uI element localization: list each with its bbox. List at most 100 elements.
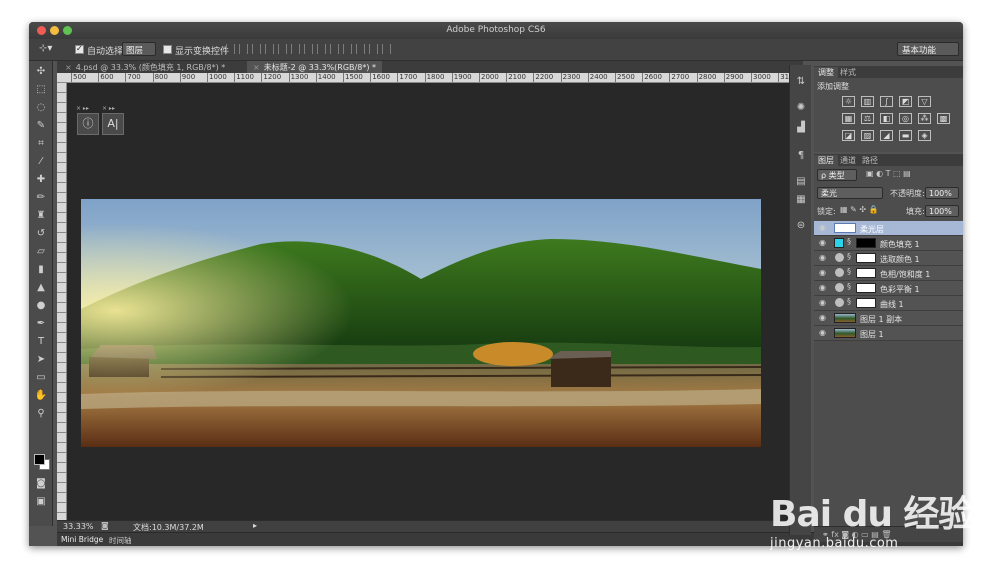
distribute-vcenter-icon[interactable] xyxy=(317,44,326,54)
distribute-hcenter-icon[interactable] xyxy=(356,44,365,54)
notes-panel-icon[interactable]: ▦ xyxy=(794,193,808,206)
distribute-bottom-icon[interactable] xyxy=(330,44,339,54)
shape-tool-icon[interactable]: ▭ xyxy=(34,371,48,385)
gradient-tool-icon[interactable]: ▮ xyxy=(34,263,48,277)
posterize-icon[interactable]: ▨ xyxy=(861,130,874,141)
panel-collapse-icon[interactable]: × ▸▸ xyxy=(102,105,115,112)
quick-select-tool-icon[interactable]: ✎ xyxy=(34,119,48,133)
align-distribute-icons[interactable] xyxy=(226,44,391,54)
hue-saturation-icon[interactable]: ▦ xyxy=(842,113,855,124)
exposure-icon[interactable]: ◩ xyxy=(899,96,912,107)
invert-icon[interactable]: ◪ xyxy=(842,130,855,141)
crop-tool-icon[interactable]: ⌗ xyxy=(34,137,48,151)
photo-filter-icon[interactable]: ◎ xyxy=(899,113,912,124)
status-arrow-icon[interactable]: ▸ xyxy=(253,521,257,530)
history-panel-icon[interactable]: ⇅ xyxy=(794,75,808,88)
eraser-tool-icon[interactable]: ▱ xyxy=(34,245,48,259)
levels-icon[interactable]: ▥ xyxy=(861,96,874,107)
distribute-right-icon[interactable] xyxy=(369,44,378,54)
color-balance-icon[interactable]: ⚖ xyxy=(861,113,874,124)
visibility-eye-icon[interactable]: ◉ xyxy=(819,328,826,337)
panel-collapse-icon[interactable]: × ▸▸ xyxy=(76,105,89,112)
align-hcenter-icon[interactable] xyxy=(278,44,287,54)
paragraph-panel-icon[interactable]: ¶ xyxy=(794,149,808,162)
selective-color-icon[interactable]: ◈ xyxy=(918,130,931,141)
tab-adjustments[interactable]: 调整 xyxy=(814,67,838,78)
dodge-tool-icon[interactable]: ● xyxy=(34,299,48,313)
align-left-icon[interactable] xyxy=(265,44,274,54)
auto-align-icon[interactable] xyxy=(382,44,391,54)
layer-filter-dropdown[interactable]: ρ 类型 xyxy=(817,169,857,181)
align-vcenter-icon[interactable] xyxy=(239,44,248,54)
blend-mode-dropdown[interactable]: 柔光 xyxy=(817,187,883,199)
distribute-top-icon[interactable] xyxy=(304,44,313,54)
brightness-contrast-icon[interactable]: ☼ xyxy=(842,96,855,107)
foreground-color-swatch[interactable] xyxy=(34,454,45,465)
visibility-eye-icon[interactable]: ◉ xyxy=(819,313,826,322)
threshold-icon[interactable]: ◢ xyxy=(880,130,893,141)
align-right-icon[interactable] xyxy=(291,44,300,54)
visibility-eye-icon[interactable]: ◉ xyxy=(819,238,826,247)
visibility-eye-icon[interactable]: ◉ xyxy=(819,283,826,292)
tab-untitled-2[interactable]: × 未标题-2 @ 33.3%(RGB/8*) * xyxy=(247,61,382,73)
info-icon[interactable]: ⓘ xyxy=(77,113,99,135)
layer-row[interactable]: ◉ 柔光层 xyxy=(814,221,963,236)
layer-row[interactable]: ◉ § 曲线 1 xyxy=(814,296,963,311)
vibrance-icon[interactable]: ▽ xyxy=(918,96,931,107)
distribute-left-icon[interactable] xyxy=(343,44,352,54)
tab-4psd[interactable]: × 4.psd @ 33.3% (颜色填充 1, RGB/8*) * xyxy=(59,61,231,73)
tab-layers[interactable]: 图层 xyxy=(814,155,838,166)
canvas-area[interactable]: × ▸▸ × ▸▸ ⓘ A| xyxy=(67,83,803,520)
align-top-icon[interactable] xyxy=(226,44,235,54)
gradient-map-icon[interactable]: ▬ xyxy=(899,130,912,141)
blur-tool-icon[interactable]: ▲ xyxy=(34,281,48,295)
channel-mixer-icon[interactable]: ⁂ xyxy=(918,113,931,124)
layer-row[interactable]: ◉ § 选取颜色 1 xyxy=(814,251,963,266)
tab-mini-bridge[interactable]: Mini Bridge xyxy=(61,535,103,544)
lasso-tool-icon[interactable]: ◌ xyxy=(34,101,48,115)
tab-styles[interactable]: 样式 xyxy=(836,67,860,78)
screen-mode-icon[interactable]: ▣ xyxy=(34,495,48,509)
visibility-eye-icon[interactable]: ◉ xyxy=(819,298,826,307)
auto-select-checkbox[interactable] xyxy=(75,44,84,54)
close-tab-icon[interactable]: × xyxy=(65,63,72,72)
clone-stamp-tool-icon[interactable]: ♜ xyxy=(34,209,48,223)
character-panel-icon[interactable]: A| xyxy=(102,113,124,135)
filter-icons[interactable]: ▣ ◐ T ⬚ ▤ xyxy=(866,169,911,178)
clone-source-panel-icon[interactable]: ⊜ xyxy=(794,219,808,232)
auto-select-dropdown[interactable]: 图层 xyxy=(122,42,156,56)
move-tool-preset-icon[interactable]: ⊹▾ xyxy=(39,43,52,54)
fill-input[interactable]: 100% xyxy=(925,205,959,217)
visibility-eye-icon[interactable]: ◉ xyxy=(819,223,826,232)
type-tool-icon[interactable]: T xyxy=(34,335,48,349)
close-tab-icon[interactable]: × xyxy=(253,63,260,72)
layer-row[interactable]: ◉ 图层 1 副本 xyxy=(814,311,963,326)
tab-channels[interactable]: 通道 xyxy=(836,155,860,166)
hand-tool-icon[interactable]: ✋ xyxy=(34,389,48,403)
opacity-input[interactable]: 100% xyxy=(925,187,959,199)
lock-icons[interactable]: ▦ ✎ ✣ 🔒 xyxy=(840,205,879,214)
eyedropper-tool-icon[interactable]: ⁄ xyxy=(34,155,48,169)
history-brush-tool-icon[interactable]: ↺ xyxy=(34,227,48,241)
black-white-icon[interactable]: ◧ xyxy=(880,113,893,124)
show-transform-checkbox[interactable] xyxy=(163,45,172,54)
color-lookup-icon[interactable]: ▩ xyxy=(937,113,950,124)
move-tool-icon[interactable]: ✣ xyxy=(34,65,48,79)
pen-tool-icon[interactable]: ✒ xyxy=(34,317,48,331)
healing-brush-tool-icon[interactable]: ✚ xyxy=(34,173,48,187)
visibility-eye-icon[interactable]: ◉ xyxy=(819,268,826,277)
align-bottom-icon[interactable] xyxy=(252,44,261,54)
brush-tool-icon[interactable]: ✏ xyxy=(34,191,48,205)
path-select-tool-icon[interactable]: ➤ xyxy=(34,353,48,367)
status-menu-icon[interactable]: ◙ xyxy=(101,521,109,530)
visibility-eye-icon[interactable]: ◉ xyxy=(819,253,826,262)
layer-row[interactable]: ◉ 图层 1 xyxy=(814,326,963,341)
layer-row[interactable]: ◉ § 色彩平衡 1 xyxy=(814,281,963,296)
workspace-dropdown[interactable]: 基本功能 xyxy=(897,42,959,56)
histogram-panel-icon[interactable]: ▟ xyxy=(794,121,808,134)
marquee-tool-icon[interactable]: ⬚ xyxy=(34,83,48,97)
zoom-tool-icon[interactable]: ⚲ xyxy=(34,407,48,421)
curves-icon[interactable]: ∫ xyxy=(880,96,893,107)
layer-row[interactable]: ◉ § 颜色填充 1 xyxy=(814,236,963,251)
zoom-level[interactable]: 33.33% xyxy=(63,522,94,531)
